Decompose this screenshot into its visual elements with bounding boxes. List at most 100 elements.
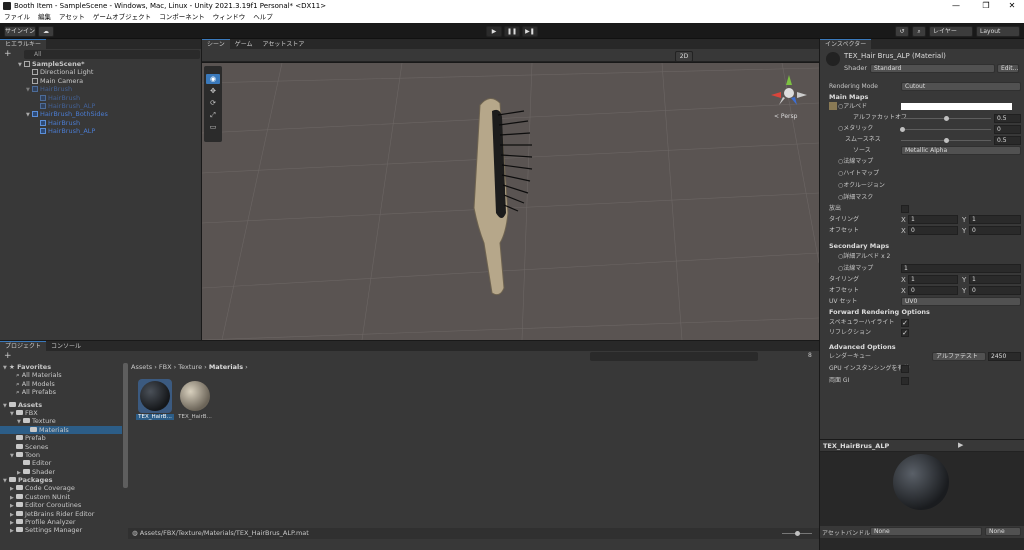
add-icon[interactable]: + <box>4 50 12 59</box>
preview-play-icon[interactable]: ▶ <box>958 441 963 449</box>
project-search-input[interactable] <box>590 352 758 361</box>
menu-edit[interactable]: 編集 <box>38 13 51 21</box>
minimize-button[interactable]: — <box>946 0 966 12</box>
uv-set-dropdown[interactable]: UV0 <box>901 297 1021 306</box>
hierarchy-item[interactable]: HairBrush_ALP <box>0 102 201 110</box>
tab-scene[interactable]: シーン <box>202 39 230 49</box>
rotate-tool-icon[interactable]: ⟳ <box>206 98 220 108</box>
tab-project[interactable]: プロジェクト <box>0 341 47 351</box>
create-icon[interactable]: + <box>4 352 12 361</box>
specular-checkbox[interactable]: ✓ <box>901 319 909 327</box>
shader-edit-button[interactable]: Edit... <box>997 64 1019 73</box>
package-item[interactable]: ▶ Custom NUnit <box>0 493 128 501</box>
hierarchy-item[interactable]: HairBrush <box>0 94 201 102</box>
folder-item[interactable]: ▶ Shader <box>0 468 128 476</box>
rect-tool-icon[interactable]: ▭ <box>206 122 220 132</box>
detail-normal-scale-field[interactable]: 1 <box>901 264 1021 273</box>
breadcrumb-fbx[interactable]: FBX <box>159 363 172 371</box>
favorites-header[interactable]: ▼ ★ Favorites <box>0 363 128 371</box>
tab-hierarchy[interactable]: ヒエラルキー <box>0 39 47 49</box>
history-icon[interactable]: ↺ <box>895 26 909 37</box>
folder-item[interactable]: Prefab <box>0 434 128 442</box>
package-item[interactable]: ▶ JetBrains Rider Editor <box>0 510 128 518</box>
material-thumbnail[interactable] <box>178 379 212 413</box>
render-queue-dropdown[interactable]: アルファテスト <box>932 352 986 361</box>
search-icon[interactable]: ⌕ <box>912 26 926 37</box>
maximize-button[interactable]: ❐ <box>976 0 996 12</box>
material-name[interactable]: TEX_HairB... <box>176 414 214 420</box>
close-button[interactable]: ✕ <box>1002 0 1022 12</box>
thumbnail-size-slider[interactable] <box>795 531 800 536</box>
render-queue-field[interactable]: 2450 <box>988 352 1021 361</box>
alpha-cutoff-slider[interactable] <box>944 116 949 121</box>
rendering-mode-dropdown[interactable]: Cutout <box>901 82 1021 91</box>
hierarchy-item[interactable]: HairBrush <box>0 119 201 127</box>
tab-console[interactable]: コンソール <box>46 342 86 352</box>
menu-window[interactable]: ウィンドウ <box>213 13 246 21</box>
layers-dropdown[interactable]: レイヤー <box>929 26 973 37</box>
project-tree-scrollbar[interactable] <box>123 363 128 488</box>
favorite-item[interactable]: ⌕ All Prefabs <box>0 388 128 396</box>
play-button[interactable]: ▶ <box>486 26 502 37</box>
tab-inspector[interactable]: インスペクター <box>820 39 872 49</box>
breadcrumb-assets[interactable]: Assets <box>131 363 152 371</box>
menu-component[interactable]: コンポーネント <box>159 13 205 21</box>
offset-y-field[interactable]: 0 <box>969 226 1021 235</box>
favorite-item[interactable]: ⌕ All Materials <box>0 371 128 379</box>
shader-dropdown[interactable]: Standard <box>870 64 995 73</box>
breadcrumb-texture[interactable]: Texture <box>178 363 202 371</box>
hierarchy-item[interactable]: ▼ HairBrush <box>0 85 201 93</box>
view-tool-icon[interactable]: ◉ <box>206 74 220 84</box>
normal-map-row[interactable]: ○法線マップ <box>829 157 1021 167</box>
hierarchy-item[interactable]: Directional Light <box>0 68 201 76</box>
height-map-row[interactable]: ○ハイトマップ <box>829 169 1021 179</box>
hierarchy-item[interactable]: Main Camera <box>0 77 201 85</box>
2d-toggle[interactable]: 2D <box>675 51 693 62</box>
gpu-instancing-checkbox[interactable] <box>901 365 909 373</box>
offset-x-field[interactable]: 0 <box>908 226 958 235</box>
tiling-y-field[interactable]: 1 <box>969 215 1021 224</box>
offset2-y-field[interactable]: 0 <box>969 286 1021 295</box>
material-name-selected[interactable]: TEX_HairB... <box>136 414 174 420</box>
breadcrumb-materials[interactable]: Materials <box>209 363 243 371</box>
reflections-checkbox[interactable]: ✓ <box>901 329 909 337</box>
menu-file[interactable]: ファイル <box>4 13 30 21</box>
hairbrush-model[interactable] <box>462 93 542 303</box>
folder-item[interactable]: ▼ FBX <box>0 409 128 417</box>
asset-bundle-variant-dropdown[interactable]: None <box>985 527 1021 536</box>
step-button[interactable]: ▶❚ <box>522 26 538 37</box>
scale-tool-icon[interactable]: ⤢ <box>206 110 220 120</box>
layout-dropdown[interactable]: Layout <box>976 26 1020 37</box>
hierarchy-item[interactable]: HairBrush_ALP <box>0 127 201 135</box>
folder-item[interactable]: ▼ Toon <box>0 451 128 459</box>
material-preview-sphere[interactable] <box>893 454 949 510</box>
smoothness-slider[interactable] <box>944 138 949 143</box>
cloud-icon[interactable]: ☁ <box>38 26 54 37</box>
menu-assets[interactable]: アセット <box>59 13 85 21</box>
metallic-field[interactable]: 0 <box>994 125 1021 134</box>
tiling2-y-field[interactable]: 1 <box>969 275 1021 284</box>
menu-help[interactable]: ヘルプ <box>253 13 273 21</box>
asset-bundle-dropdown[interactable]: None <box>870 527 982 536</box>
move-tool-icon[interactable]: ✥ <box>206 86 220 96</box>
package-item[interactable]: ▶ Editor Coroutines <box>0 501 128 509</box>
albedo-color-swatch[interactable] <box>901 103 1012 110</box>
package-item[interactable]: ▶ Code Coverage <box>0 484 128 492</box>
hierarchy-search-input[interactable]: All <box>24 50 200 59</box>
metallic-slider[interactable] <box>900 127 905 132</box>
detail-mask-row[interactable]: ○詳細マスク <box>829 193 1021 203</box>
detail-albedo-row[interactable]: ○詳細アルベド x 2 <box>829 252 1021 262</box>
favorite-item[interactable]: ⌕ All Models <box>0 380 128 388</box>
folder-item-selected[interactable]: Materials <box>0 425 122 435</box>
tiling-x-field[interactable]: 1 <box>908 215 958 224</box>
packages-header[interactable]: ▼ Packages <box>0 476 128 484</box>
package-item[interactable]: ▶ Profile Analyzer <box>0 518 128 526</box>
folder-item[interactable]: Editor <box>0 459 128 467</box>
folder-item[interactable]: Scenes <box>0 443 128 451</box>
albedo-texture-slot[interactable] <box>829 102 837 110</box>
smoothness-field[interactable]: 0.5 <box>994 136 1021 145</box>
emission-checkbox[interactable] <box>901 205 909 213</box>
menu-gameobject[interactable]: ゲームオブジェクト <box>93 13 151 21</box>
package-item[interactable]: ▶ Settings Manager <box>0 526 128 534</box>
offset2-x-field[interactable]: 0 <box>908 286 958 295</box>
